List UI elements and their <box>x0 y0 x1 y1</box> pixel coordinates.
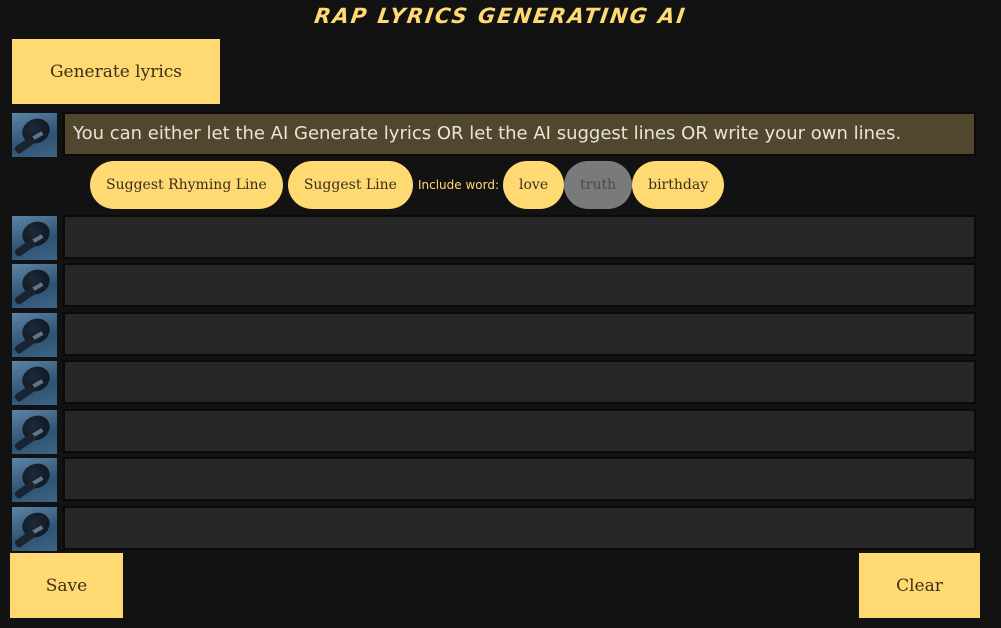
word-chip-birthday[interactable]: birthday <box>632 161 725 209</box>
lyric-line-input[interactable] <box>63 215 976 259</box>
microphone-icon <box>12 507 57 551</box>
microphone-icon <box>12 113 57 157</box>
save-button[interactable]: Save <box>10 553 123 618</box>
suggestion-bar: Suggest Rhyming Line Suggest Line Includ… <box>90 161 725 209</box>
microphone-icon <box>12 264 57 308</box>
lyric-row <box>10 408 980 456</box>
lyric-line-input[interactable] <box>63 409 976 453</box>
microphone-icon <box>12 410 57 454</box>
lyric-row <box>10 311 980 359</box>
lyric-line-input[interactable] <box>63 506 976 550</box>
suggest-line-button[interactable]: Suggest Line <box>287 161 413 209</box>
microphone-icon <box>12 216 57 260</box>
microphone-icon <box>12 313 57 357</box>
lyric-row <box>10 456 980 504</box>
lyric-row <box>10 214 980 262</box>
lyric-row: You can either let the AI Generate lyric… <box>10 111 980 159</box>
lyric-row <box>10 359 980 407</box>
suggest-rhyming-line-button[interactable]: Suggest Rhyming Line <box>90 161 283 209</box>
include-word-label: Include word: <box>417 178 500 192</box>
microphone-icon <box>12 458 57 502</box>
lyric-line-input[interactable] <box>63 360 976 404</box>
word-chip-truth[interactable]: truth <box>564 161 633 209</box>
lyric-line-input[interactable] <box>63 457 976 501</box>
lyric-line-input[interactable]: You can either let the AI Generate lyric… <box>63 112 976 156</box>
word-chip-love[interactable]: love <box>503 161 565 209</box>
lyric-row <box>10 262 980 310</box>
app-title: RAP LYRICS GENERATING AI <box>312 4 689 28</box>
clear-button[interactable]: Clear <box>859 553 980 618</box>
lyric-line-input[interactable] <box>63 312 976 356</box>
microphone-icon <box>12 361 57 405</box>
lyric-row <box>10 505 980 553</box>
generate-lyrics-button[interactable]: Generate lyrics <box>12 39 220 104</box>
lyric-line-input[interactable] <box>63 263 976 307</box>
